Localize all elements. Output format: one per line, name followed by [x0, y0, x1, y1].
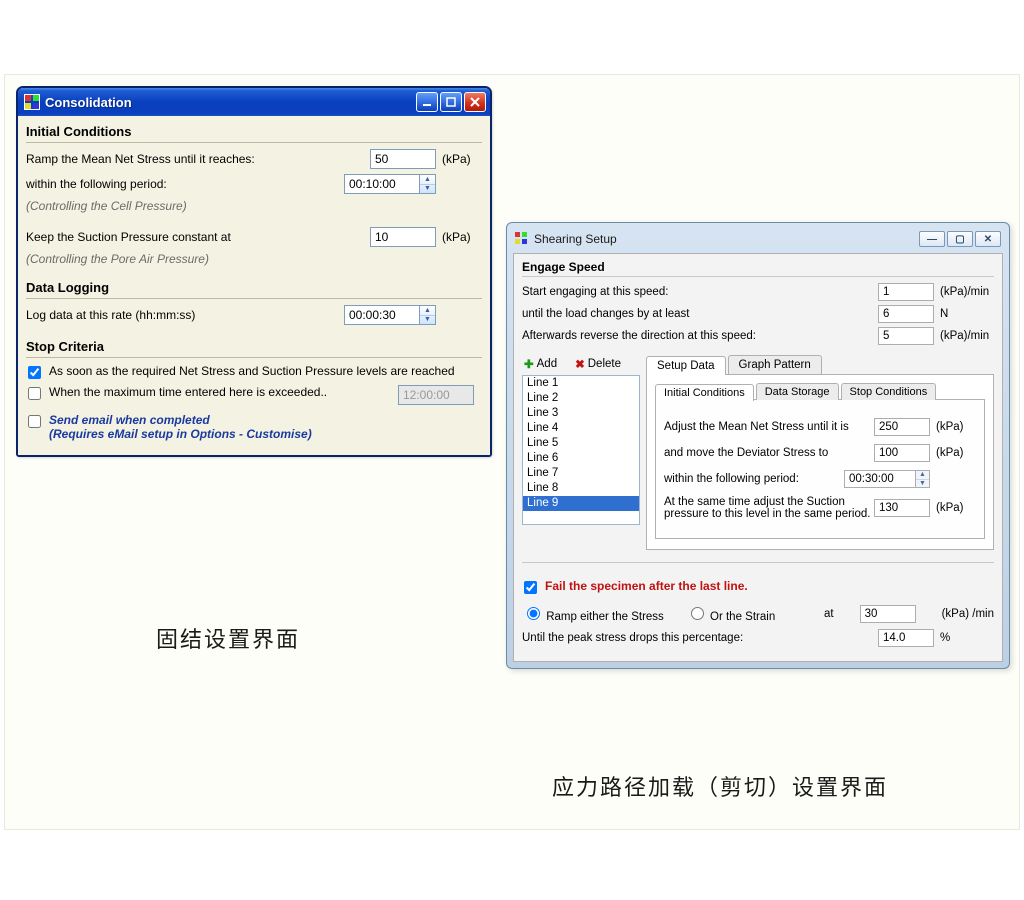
ic-u2: (kPa): [930, 447, 976, 459]
list-item[interactable]: Line 6: [523, 451, 639, 466]
ic-l1: Adjust the Mean Net Stress until it is: [664, 421, 874, 433]
list-item[interactable]: Line 1: [523, 376, 639, 391]
log-rate-spinner[interactable]: ▲▼: [420, 305, 436, 325]
ic-l2: and move the Deviator Stress to: [664, 447, 874, 459]
engage-v2-input[interactable]: [878, 305, 934, 323]
ic-v3-spinner[interactable]: ▲▼: [916, 470, 930, 488]
ramp-unit: (kPa): [436, 152, 482, 166]
titlebar[interactable]: Shearing Setup — ▢ ✕: [513, 229, 1003, 249]
suction-unit: (kPa): [436, 230, 482, 244]
stop-opt1-checkbox[interactable]: [28, 366, 41, 379]
app-icon: [515, 232, 529, 246]
initial-conditions-heading: Initial Conditions: [26, 120, 482, 141]
list-item[interactable]: Line 3: [523, 406, 639, 421]
at-unit: (kPa) /min: [942, 608, 994, 620]
ic-u4: (kPa): [930, 502, 976, 514]
tab-data-storage[interactable]: Data Storage: [756, 383, 839, 400]
shearing-caption: 应力路径加载（剪切）设置界面: [552, 770, 888, 802]
radio-strain[interactable]: Or the Strain: [686, 604, 775, 623]
shearing-window: Shearing Setup — ▢ ✕ Engage Speed Start …: [506, 222, 1010, 669]
suction-value-input[interactable]: [370, 227, 436, 247]
log-rate-label: Log data at this rate (hh:mm:ss): [26, 308, 344, 322]
list-item[interactable]: Line 8: [523, 481, 639, 496]
list-item[interactable]: Line 2: [523, 391, 639, 406]
maximize-button[interactable]: [440, 92, 462, 112]
until-unit: %: [934, 632, 994, 644]
engage-v3-input[interactable]: [878, 327, 934, 345]
tab-stop-conditions[interactable]: Stop Conditions: [841, 383, 937, 400]
minimize-button[interactable]: —: [919, 231, 945, 247]
until-label: Until the peak stress drops this percent…: [522, 632, 878, 644]
ic-v1-input[interactable]: [874, 418, 930, 436]
list-item[interactable]: Line 9: [523, 496, 639, 511]
at-label: at: [824, 608, 834, 620]
window-title: Shearing Setup: [534, 232, 919, 246]
engage-v1-input[interactable]: [878, 283, 934, 301]
email-checkbox[interactable]: [28, 415, 41, 428]
engage-l2: until the load changes by at least: [522, 308, 878, 320]
delete-button[interactable]: ✖Delete: [575, 357, 621, 371]
engage-l1: Start engaging at this speed:: [522, 286, 878, 298]
log-rate-input[interactable]: [344, 305, 420, 325]
ic-v2-input[interactable]: [874, 444, 930, 462]
max-time-input: [398, 385, 474, 405]
fail-specimen-checkbox[interactable]: [524, 581, 537, 594]
engage-u3: (kPa)/min: [934, 330, 994, 342]
period-spinner[interactable]: ▲▼: [420, 174, 436, 194]
add-button[interactable]: ✚Add: [524, 357, 557, 371]
engage-speed-heading: Engage Speed: [522, 260, 994, 274]
window-title: Consolidation: [45, 95, 416, 110]
period-input[interactable]: [344, 174, 420, 194]
stop-opt2-label: When the maximum time entered here is ex…: [49, 385, 390, 399]
consolidation-caption: 固结设置界面: [156, 622, 300, 654]
pore-air-note: (Controlling the Pore Air Pressure): [26, 252, 482, 266]
tab-initial-conditions[interactable]: Initial Conditions: [655, 384, 754, 401]
consolidation-window: Consolidation Initial Conditions Ramp th…: [16, 86, 492, 457]
list-item[interactable]: Line 5: [523, 436, 639, 451]
maximize-button[interactable]: ▢: [947, 231, 973, 247]
cell-pressure-note: (Controlling the Cell Pressure): [26, 199, 482, 213]
fail-specimen-label: Fail the specimen after the last line.: [545, 579, 748, 593]
stop-criteria-heading: Stop Criteria: [26, 335, 482, 356]
app-icon: [24, 94, 40, 110]
email-note: Send email when completed (Requires eMai…: [49, 413, 312, 441]
ic-v3-input[interactable]: [844, 470, 916, 488]
engage-u1: (kPa)/min: [934, 286, 994, 298]
ramp-label: Ramp the Mean Net Stress until it reache…: [26, 152, 370, 166]
tab-setup-data[interactable]: Setup Data: [646, 356, 726, 375]
list-item[interactable]: Line 7: [523, 466, 639, 481]
delete-icon: ✖: [575, 357, 585, 371]
period-label: within the following period:: [26, 177, 344, 191]
lines-listbox[interactable]: Line 1Line 2Line 3Line 4Line 5Line 6Line…: [522, 375, 640, 525]
engage-u2: N: [934, 308, 994, 320]
list-item[interactable]: Line 4: [523, 421, 639, 436]
data-logging-heading: Data Logging: [26, 276, 482, 297]
suction-label: Keep the Suction Pressure constant at: [26, 230, 370, 244]
ic-l3: within the following period:: [664, 473, 844, 485]
ic-v4-input[interactable]: [874, 499, 930, 517]
until-value-input[interactable]: [878, 629, 934, 647]
stop-opt1-label: As soon as the required Net Stress and S…: [49, 364, 482, 378]
plus-icon: ✚: [524, 357, 534, 371]
stop-opt2-checkbox[interactable]: [28, 387, 41, 400]
titlebar[interactable]: Consolidation: [18, 88, 490, 116]
minimize-button[interactable]: [416, 92, 438, 112]
ic-l4: At the same time adjust the Suction pres…: [664, 496, 874, 520]
radio-stress[interactable]: Ramp either the Stress: [522, 604, 664, 623]
close-button[interactable]: [464, 92, 486, 112]
ramp-value-input[interactable]: [370, 149, 436, 169]
close-button[interactable]: ✕: [975, 231, 1001, 247]
at-value-input[interactable]: [860, 605, 916, 623]
engage-l3: Afterwards reverse the direction at this…: [522, 330, 878, 342]
tab-graph-pattern[interactable]: Graph Pattern: [728, 355, 822, 374]
ic-u1: (kPa): [930, 421, 976, 433]
